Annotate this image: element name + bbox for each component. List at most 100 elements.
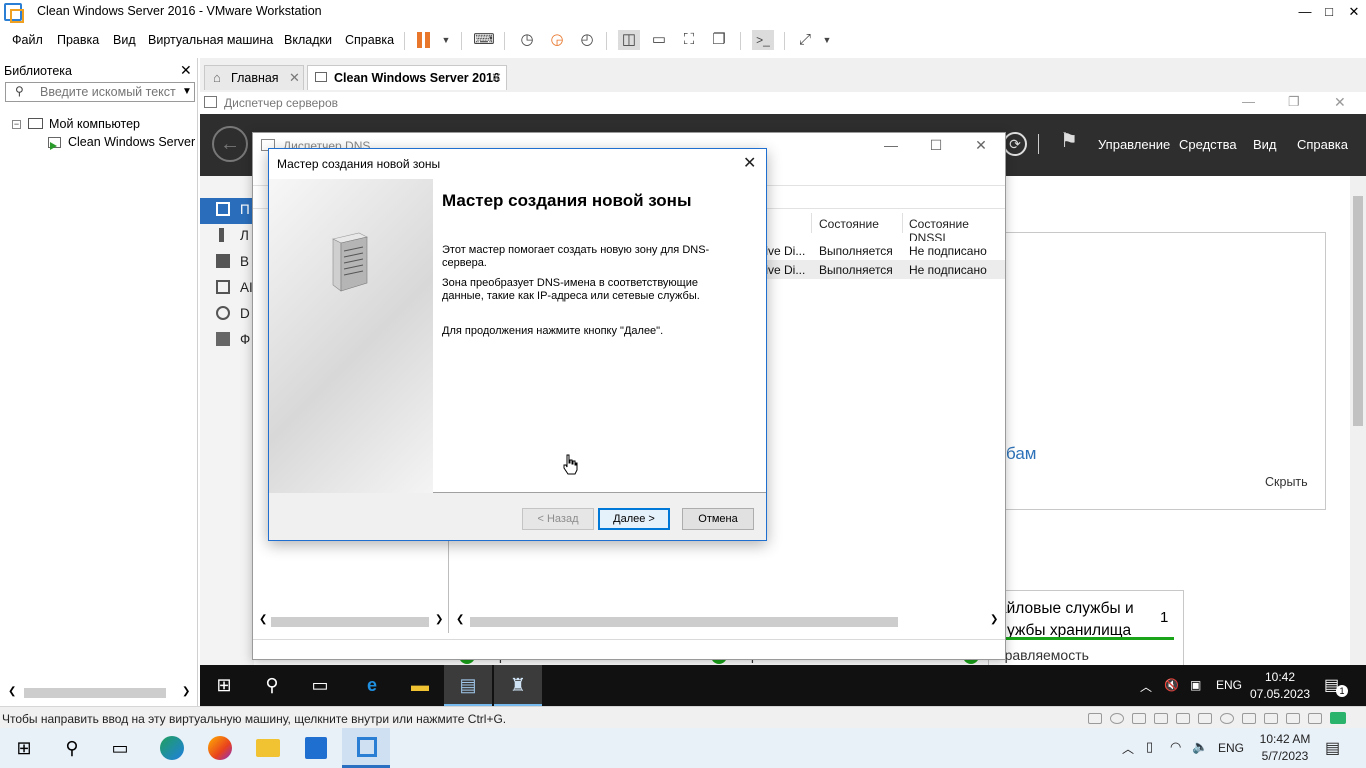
tab-vm[interactable]: Clean Windows Server 2016 ✕ (307, 65, 507, 90)
stretch-dropdown-icon[interactable]: ▼ (816, 30, 838, 50)
close-tab-icon[interactable]: ✕ (491, 70, 502, 86)
network-adapter-icon[interactable] (1132, 713, 1146, 724)
start-button-icon[interactable]: ⊞ (0, 728, 48, 768)
dns-minimize-button[interactable]: — (881, 137, 901, 153)
guest-clock[interactable]: 10:42 07.05.2023 (1250, 669, 1310, 703)
next-button[interactable]: Далее > (598, 508, 670, 530)
cd-drive-icon[interactable] (1110, 713, 1124, 724)
back-arrow-icon[interactable]: ← (212, 126, 248, 162)
usb-device-icon[interactable] (1220, 713, 1234, 724)
host-language[interactable]: ENG (1218, 741, 1244, 755)
dns-close-button[interactable]: ✕ (971, 137, 991, 154)
store-icon[interactable] (305, 737, 327, 759)
library-search-input[interactable] (40, 85, 180, 99)
full-screen-icon[interactable]: ⛶ (678, 30, 700, 50)
menu-vm[interactable]: Виртуальная машина (148, 33, 273, 47)
unity-icon[interactable]: ❐ (708, 30, 730, 50)
storage-icon[interactable] (1242, 713, 1256, 724)
menu-manage[interactable]: Управление (1098, 137, 1170, 152)
scroll-left-icon[interactable]: ❮ (8, 686, 16, 697)
scroll-right-icon[interactable]: ❯ (990, 614, 998, 625)
menu-view[interactable]: Вид (113, 33, 136, 47)
power-dropdown-icon[interactable]: ▼ (435, 30, 457, 50)
firefox-icon[interactable] (208, 736, 232, 760)
wifi-icon[interactable]: ◠ (1170, 739, 1181, 755)
start-button-icon[interactable]: ⊞ (200, 665, 248, 706)
file-explorer-icon[interactable] (256, 739, 280, 757)
nav-dns[interactable]: D (200, 302, 254, 328)
display-icon[interactable] (1264, 713, 1278, 724)
notifications-flag-icon[interactable]: ⚑ (1060, 128, 1078, 153)
file-explorer-icon[interactable]: ▬ (396, 665, 444, 706)
minimize-button[interactable]: — (1292, 2, 1318, 22)
printer-icon[interactable] (1154, 713, 1168, 724)
menu-file[interactable]: Файл (12, 33, 43, 47)
menu-view[interactable]: Вид (1253, 137, 1277, 152)
nav-file-services[interactable]: Ф (200, 328, 254, 354)
nav-dashboard[interactable]: П (200, 198, 254, 224)
menu-help[interactable]: Справка (1297, 137, 1348, 152)
guest-language[interactable]: ENG (1216, 678, 1242, 692)
device-icon[interactable] (1286, 713, 1300, 724)
network-icon[interactable]: ▣ (1190, 678, 1201, 692)
scrollbar-thumb[interactable] (1353, 196, 1363, 426)
battery-icon[interactable]: ▯ (1146, 739, 1153, 755)
roles-link[interactable]: бам (1006, 444, 1037, 464)
list-scrollbar[interactable]: ❮ ❯ (452, 613, 1005, 629)
tree-scrollbar[interactable]: ❮ ❯ (253, 613, 449, 629)
vmware-tools-icon[interactable] (1330, 712, 1346, 724)
thumbnail-bar-icon[interactable]: ▭ (648, 30, 670, 50)
volume-muted-icon[interactable]: 🔇 (1164, 678, 1179, 692)
nav-ad-ds[interactable]: AI (200, 276, 254, 302)
stretch-guest-icon[interactable]: ⤢ (794, 30, 816, 50)
console-view-icon[interactable]: >_ (752, 30, 774, 50)
search-icon[interactable]: ⚲ (248, 665, 296, 706)
close-tab-icon[interactable]: ✕ (289, 70, 300, 86)
close-button[interactable]: ✕ (1341, 2, 1366, 22)
server-manager-taskbar-icon[interactable]: ▤ (444, 665, 492, 706)
tray-chevron-icon[interactable]: ︿ (1140, 678, 1152, 695)
task-view-icon[interactable]: ▭ (96, 728, 144, 768)
scroll-left-icon[interactable]: ❮ (456, 614, 464, 625)
menu-help[interactable]: Справка (345, 33, 394, 47)
wizard-close-icon[interactable]: ✕ (743, 153, 756, 173)
tab-home[interactable]: ⌂ Главная ✕ (204, 65, 304, 90)
library-view-icon[interactable]: ◫ (618, 30, 640, 50)
library-close-icon[interactable]: ✕ (180, 62, 192, 79)
device-icon[interactable] (1308, 713, 1322, 724)
column-header-status[interactable]: Состояние (819, 217, 879, 231)
menu-edit[interactable]: Правка (57, 33, 99, 47)
edge-icon[interactable] (160, 736, 184, 760)
vmware-taskbar-button[interactable] (342, 728, 390, 768)
sm-minimize-button[interactable]: — (1242, 94, 1255, 109)
revert-snapshot-icon[interactable]: ◶ (546, 30, 568, 50)
host-clock[interactable]: 10:42 AM 5/7/2023 (1252, 731, 1318, 765)
usb-icon[interactable] (1176, 713, 1190, 724)
dns-manager-taskbar-icon[interactable]: ♜ (494, 665, 542, 706)
tree-item-vm[interactable]: Clean Windows Server 2 (46, 134, 198, 152)
search-icon[interactable]: ⚲ (48, 728, 96, 768)
snapshot-icon[interactable]: ◷ (516, 30, 538, 50)
library-scrollbar[interactable]: ❮ ❯ (4, 686, 194, 700)
tray-chevron-icon[interactable]: ︿ (1122, 740, 1134, 757)
menu-tools[interactable]: Средства (1179, 137, 1237, 152)
dns-maximize-button[interactable]: ☐ (926, 137, 946, 154)
sm-close-button[interactable]: ✕ (1334, 94, 1346, 111)
menu-tabs[interactable]: Вкладки (284, 33, 332, 47)
scroll-right-icon[interactable]: ❯ (435, 614, 443, 625)
tree-item-my-computer[interactable]: − Мой компьютер (12, 116, 198, 134)
search-dropdown-icon[interactable]: ▼ (182, 83, 192, 101)
snapshot-manager-icon[interactable]: ◴ (576, 30, 598, 50)
scrollbar-thumb[interactable] (470, 617, 898, 627)
cancel-button[interactable]: Отмена (682, 508, 754, 530)
sound-card-icon[interactable] (1198, 713, 1212, 724)
scroll-left-icon[interactable]: ❮ (259, 614, 267, 625)
nav-all-servers[interactable]: В (200, 250, 254, 276)
manageability-label[interactable]: правляемость (997, 647, 1089, 663)
internet-explorer-icon[interactable]: e (348, 665, 396, 706)
send-ctrl-alt-del-icon[interactable]: ⌨ (473, 30, 495, 50)
task-view-icon[interactable]: ▭ (296, 665, 344, 706)
volume-icon[interactable]: 🔈 (1192, 739, 1208, 755)
scroll-right-icon[interactable]: ❯ (182, 686, 190, 697)
hard-disk-icon[interactable] (1088, 713, 1102, 724)
